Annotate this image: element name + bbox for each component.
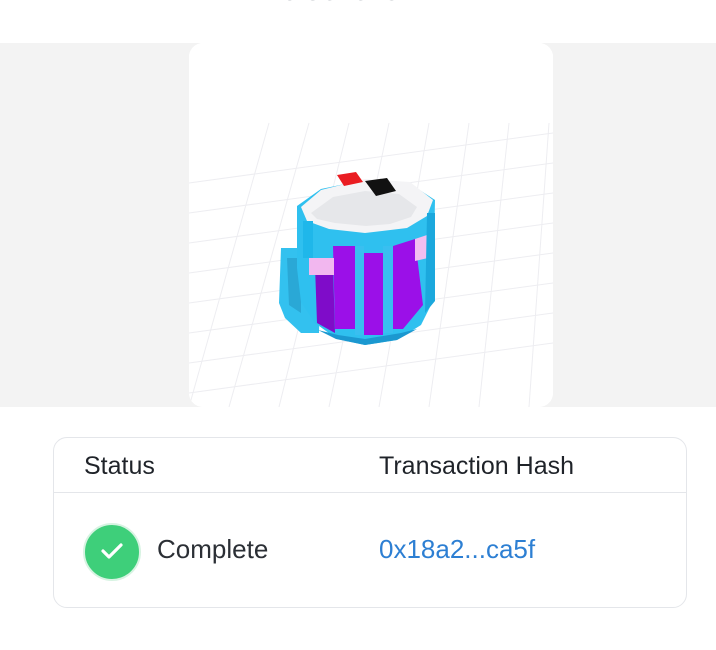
status-value: Complete: [157, 534, 269, 564]
status-column-header: Status: [84, 452, 155, 480]
transaction-row: Complete 0x18a2...ca5f: [54, 493, 686, 608]
transaction-card: Status Transaction Hash Complete 0x18a2.…: [53, 437, 687, 608]
transaction-hash-column-header: Transaction Hash: [379, 452, 574, 480]
partial-description-text: blockchain.: [0, 0, 716, 8]
transaction-hash-link[interactable]: 0x18a2...ca5f: [379, 534, 535, 565]
nft-preview-card: [189, 43, 553, 407]
transaction-table-header: Status Transaction Hash: [54, 438, 686, 493]
page: blockchain.: [0, 0, 716, 650]
check-icon: [83, 523, 141, 581]
voxel-mug-image: [189, 43, 553, 407]
